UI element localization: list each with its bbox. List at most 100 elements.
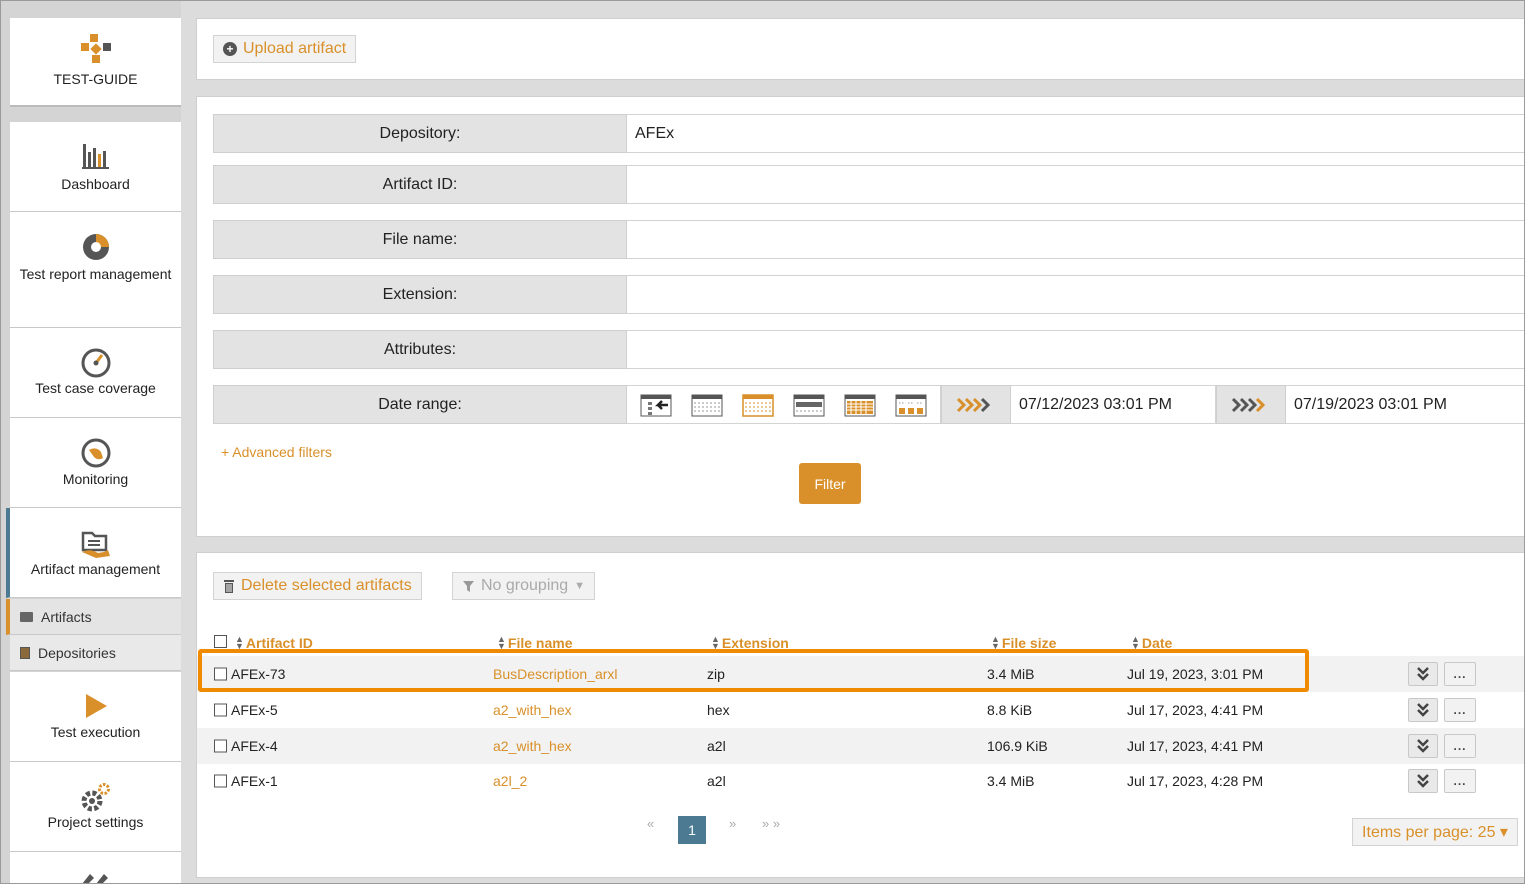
expand-button[interactable] [1408, 734, 1438, 758]
col-date[interactable]: ▲ ▼ Date [1131, 634, 1172, 652]
extension-label: Extension: [213, 275, 627, 314]
table-row[interactable]: AFEx-1 a2l_2 a2l 3.4 MiB Jul 17, 2023, 4… [197, 763, 1525, 799]
calendar-back-icon[interactable] [640, 393, 672, 417]
row-checkbox[interactable] [214, 667, 227, 681]
table-row[interactable]: AFEx-4 a2_with_hex a2l 106.9 KiB Jul 17,… [197, 728, 1525, 764]
extension: a2l [707, 738, 726, 754]
attributes-field[interactable] [627, 330, 1525, 369]
nav-dashboard[interactable]: Dashboard [10, 122, 181, 212]
depository-field[interactable]: AFEx [627, 114, 1525, 153]
date-from-arrow[interactable] [941, 385, 1011, 424]
sort-icon: ▲ ▼ [991, 634, 1000, 651]
calendar-month-icon[interactable] [793, 393, 825, 417]
date-range-label: Date range: [213, 385, 627, 424]
dashboard-icon [81, 144, 109, 169]
results-panel: Delete selected artifacts No grouping ▼ … [196, 552, 1525, 878]
nav-label: Test execution [50, 724, 141, 740]
calendar-week-icon[interactable] [742, 393, 774, 417]
double-chevron-down-icon [1417, 703, 1429, 717]
page-first[interactable]: « [647, 816, 654, 831]
col-extension[interactable]: ▲ ▼ Extension [711, 634, 789, 652]
nav-monitoring[interactable]: Monitoring [10, 418, 181, 508]
more-button[interactable]: ... [1444, 734, 1476, 758]
table-row[interactable]: AFEx-5 a2_with_hex hex 8.8 KiB Jul 17, 2… [197, 692, 1525, 728]
fast-forward-icon [1231, 397, 1266, 412]
row-checkbox[interactable] [214, 774, 227, 788]
monitoring-icon [81, 438, 110, 468]
nav-project-settings[interactable]: Project settings [10, 762, 181, 852]
table-row[interactable]: AFEx-73 BusDescription_arxl zip 3.4 MiB … [197, 656, 1525, 692]
extension-field[interactable] [627, 275, 1525, 314]
play-icon [85, 694, 107, 718]
nav-label: Monitoring [62, 471, 129, 487]
file-name-link[interactable]: a2_with_hex [493, 702, 572, 718]
expand-button[interactable] [1408, 769, 1438, 793]
file-name-link[interactable]: a2l_2 [493, 773, 527, 789]
filter-row-depository: Depository: AFEx [213, 114, 1525, 153]
date-to-arrow[interactable] [1216, 385, 1286, 424]
date-from-input[interactable]: 07/12/2023 03:01 PM [1011, 385, 1216, 424]
nav-label: Artifact management [30, 561, 161, 577]
row-checkbox[interactable] [214, 739, 227, 753]
nav-artifact-management[interactable]: Artifact management [6, 508, 181, 598]
expand-button[interactable] [1408, 698, 1438, 722]
col-file-size[interactable]: ▲ ▼ File size [991, 634, 1056, 652]
filter-panel: Depository: AFEx Artifact ID: File name:… [196, 96, 1525, 537]
nav-test-case-coverage[interactable]: Test case coverage [10, 328, 181, 418]
extension: a2l [707, 773, 726, 789]
grouping-dropdown[interactable]: No grouping ▼ [452, 572, 596, 600]
more-button[interactable]: ... [1444, 769, 1476, 793]
subnav-depositories[interactable]: Depositories [10, 635, 181, 671]
row-checkbox[interactable] [214, 703, 227, 717]
calendar-year-icon[interactable] [895, 393, 927, 417]
file-size: 3.4 MiB [987, 773, 1035, 789]
col-file-name[interactable]: ▲ ▼ File name [497, 635, 573, 652]
advanced-filters-link[interactable]: + Advanced filters [221, 444, 332, 460]
more-button[interactable]: ... [1444, 662, 1476, 686]
items-per-page-dropdown[interactable]: Items per page: 25 ▾ [1352, 818, 1518, 846]
nav-test-execution[interactable]: Test execution [10, 672, 181, 762]
file-size: 8.8 KiB [987, 702, 1033, 718]
artifact-id-field[interactable] [627, 165, 1525, 204]
select-all-checkbox[interactable] [214, 635, 227, 648]
more-button[interactable]: ... [1444, 698, 1476, 722]
fast-forward-icon [956, 397, 991, 412]
calendar-day-icon[interactable] [691, 393, 723, 417]
artifact-id: AFEx-73 [231, 666, 286, 682]
nav-label: Dashboard [61, 176, 130, 192]
file-name-link[interactable]: a2_with_hex [493, 738, 572, 754]
extension: zip [707, 666, 725, 682]
subnav-artifacts[interactable]: Artifacts [6, 599, 181, 635]
sort-icon: ▲ ▼ [235, 634, 244, 651]
sort-icon: ▲ ▼ [1131, 634, 1140, 651]
nav-label: Test report management [19, 266, 172, 282]
book-icon [20, 646, 30, 659]
page-last[interactable]: » » [762, 816, 780, 831]
nav-more[interactable] [10, 852, 181, 884]
date: Jul 19, 2023, 3:01 PM [1127, 666, 1264, 682]
logo[interactable]: TEST-GUIDE [10, 18, 181, 107]
file-name-link[interactable]: BusDescription_arxl [493, 666, 618, 682]
col-artifact-id[interactable]: ▲ ▼ Artifact ID [235, 634, 313, 652]
nav-label: Project settings [47, 814, 144, 830]
nav-label: Test case coverage [35, 380, 156, 396]
file-name-field[interactable] [627, 220, 1525, 259]
page-next[interactable]: » [729, 816, 736, 831]
expand-button[interactable] [1408, 662, 1438, 686]
upload-artifact-button[interactable]: + Upload artifact [213, 35, 357, 63]
nav-test-report-management[interactable]: Test report management [10, 212, 181, 328]
depository-label: Depository: [213, 114, 627, 153]
page-current[interactable]: 1 [678, 816, 706, 844]
filter-button[interactable]: Filter [799, 463, 861, 504]
delete-selected-button[interactable]: Delete selected artifacts [213, 572, 422, 600]
calendar-quarter-icon[interactable] [844, 393, 876, 417]
test-guide-logo-icon [81, 34, 111, 63]
table-header: ▲ ▼ Artifact ID ▲ ▼ File name ▲ ▼ Extension ▲ ▼… [213, 627, 1525, 655]
brand-name: TEST-GUIDE [53, 71, 138, 87]
sort-icon: ▲ ▼ [711, 634, 720, 651]
date: Jul 17, 2023, 4:41 PM [1127, 702, 1264, 718]
date-to-input[interactable]: 07/19/2023 03:01 PM [1286, 385, 1525, 424]
folder-icon [20, 611, 33, 622]
report-pie-icon [82, 234, 109, 260]
filter-funnel-icon [463, 580, 474, 592]
